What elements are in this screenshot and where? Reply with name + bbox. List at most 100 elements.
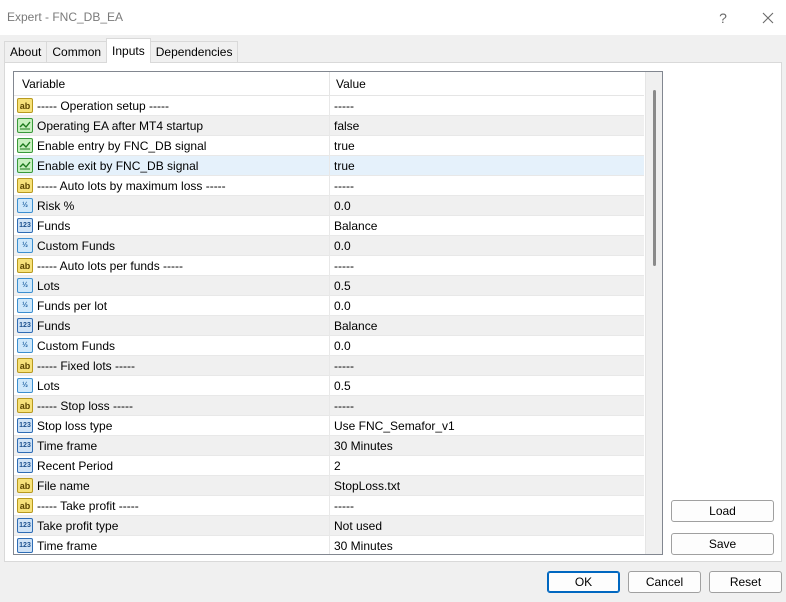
table-row[interactable]: ab ----- Auto lots per funds ----- ----- [14, 256, 644, 276]
variable-cell: ab ----- Fixed lots ----- [14, 356, 330, 375]
ok-button[interactable]: OK [547, 571, 620, 593]
value-cell[interactable]: ----- [330, 496, 644, 515]
value-cell[interactable]: 0.0 [330, 196, 644, 215]
value-cell[interactable]: 30 Minutes [330, 436, 644, 455]
value-cell[interactable]: Not used [330, 516, 644, 535]
value-cell[interactable]: Balance [330, 316, 644, 335]
variable-label: Time frame [37, 538, 98, 553]
table-row[interactable]: 123 Stop loss type Use FNC_Semafor_v1 [14, 416, 644, 436]
value-cell[interactable]: 0.0 [330, 296, 644, 315]
variable-label: Time frame [37, 438, 98, 453]
variable-cell: 123 Take profit type [14, 516, 330, 535]
table-row[interactable]: ½ Lots 0.5 [14, 376, 644, 396]
value-cell[interactable]: ----- [330, 176, 644, 195]
tab-common[interactable]: Common [46, 41, 108, 63]
table-row[interactable]: 123 Take profit type Not used [14, 516, 644, 536]
save-button[interactable]: Save [671, 533, 774, 555]
table-row[interactable]: 123 Funds Balance [14, 216, 644, 236]
value-cell[interactable]: 0.5 [330, 376, 644, 395]
close-button[interactable] [755, 6, 781, 30]
variable-cell: 123 Time frame [14, 436, 330, 455]
value-cell[interactable]: 2 [330, 456, 644, 475]
variable-cell: ab ----- Auto lots per funds ----- [14, 256, 330, 275]
table-row[interactable]: ab ----- Auto lots by maximum loss ----- -… [14, 176, 644, 196]
variable-cell: 123 Recent Period [14, 456, 330, 475]
reset-button[interactable]: Reset [709, 571, 782, 593]
variable-label: Lots [37, 378, 60, 393]
string-type-icon: ab [17, 478, 33, 493]
enum-type-icon: 123 [17, 538, 33, 553]
load-button[interactable]: Load [671, 500, 774, 522]
close-icon [762, 12, 774, 24]
column-header-value[interactable]: Value [330, 72, 644, 96]
value-cell[interactable]: ----- [330, 396, 644, 415]
variable-cell: ab ----- Stop loss ----- [14, 396, 330, 415]
window-title: Expert - FNC_DB_EA [7, 10, 124, 24]
enum-type-icon: 123 [17, 438, 33, 453]
table-row[interactable]: ab ----- Fixed lots ----- ----- [14, 356, 644, 376]
table-row[interactable]: ab File name StopLoss.txt [14, 476, 644, 496]
double-type-icon: ½ [17, 238, 33, 253]
variable-label: Enable entry by FNC_DB signal [37, 138, 207, 153]
variable-cell: ½ Lots [14, 376, 330, 395]
value-cell[interactable]: false [330, 116, 644, 135]
variable-label: Lots [37, 278, 60, 293]
double-type-icon: ½ [17, 298, 33, 313]
value-cell[interactable]: ----- [330, 356, 644, 375]
value-cell[interactable]: 0.0 [330, 336, 644, 355]
vertical-scrollbar[interactable] [645, 72, 662, 554]
boolean-type-icon [17, 118, 33, 133]
value-cell[interactable]: 0.5 [330, 276, 644, 295]
table-row[interactable]: ½ Lots 0.5 [14, 276, 644, 296]
variable-label: ----- Auto lots per funds ----- [37, 258, 184, 273]
table-row[interactable]: 123 Recent Period 2 [14, 456, 644, 476]
tab-strip: About Common Inputs Dependencies [4, 38, 239, 63]
help-button[interactable]: ? [710, 6, 736, 30]
value-cell[interactable]: ----- [330, 96, 644, 115]
table-row[interactable]: ab ----- Stop loss ----- ----- [14, 396, 644, 416]
value-cell[interactable]: true [330, 156, 644, 175]
enum-type-icon: 123 [17, 318, 33, 333]
enum-type-icon: 123 [17, 218, 33, 233]
value-cell[interactable]: true [330, 136, 644, 155]
variable-cell: ½ Custom Funds [14, 236, 330, 255]
table-row[interactable]: ½ Custom Funds 0.0 [14, 236, 644, 256]
table-row[interactable]: 123 Time frame 30 Minutes [14, 436, 644, 456]
value-cell[interactable]: Balance [330, 216, 644, 235]
value-cell[interactable]: 0.0 [330, 236, 644, 255]
table-row[interactable]: ½ Custom Funds 0.0 [14, 336, 644, 356]
table-row[interactable]: ½ Risk % 0.0 [14, 196, 644, 216]
scrollbar-thumb[interactable] [653, 90, 656, 266]
variable-cell: 123 Time frame [14, 536, 330, 554]
variable-cell: 123 Stop loss type [14, 416, 330, 435]
table-row[interactable]: Enable entry by FNC_DB signal true [14, 136, 644, 156]
table-row[interactable]: ab ----- Take profit ----- ----- [14, 496, 644, 516]
cancel-button[interactable]: Cancel [628, 571, 701, 593]
table-row[interactable]: ½ Funds per lot 0.0 [14, 296, 644, 316]
boolean-type-icon [17, 158, 33, 173]
value-cell[interactable]: Use FNC_Semafor_v1 [330, 416, 644, 435]
table-row[interactable]: Enable exit by FNC_DB signal true [14, 156, 644, 176]
tab-inputs[interactable]: Inputs [106, 38, 151, 63]
column-header-variable[interactable]: Variable [14, 72, 330, 96]
variable-label: Funds [37, 318, 71, 333]
tab-about[interactable]: About [4, 41, 48, 63]
value-cell[interactable]: StopLoss.txt [330, 476, 644, 495]
boolean-type-icon [17, 138, 33, 153]
table-row[interactable]: 123 Funds Balance [14, 316, 644, 336]
variable-label: Stop loss type [37, 418, 113, 433]
variable-label: File name [37, 478, 90, 493]
table-row[interactable]: Operating EA after MT4 startup false [14, 116, 644, 136]
table-row[interactable]: 123 Time frame 30 Minutes [14, 536, 644, 554]
value-cell[interactable]: ----- [330, 256, 644, 275]
value-cell[interactable]: 30 Minutes [330, 536, 644, 554]
tab-dependencies[interactable]: Dependencies [149, 41, 239, 63]
double-type-icon: ½ [17, 198, 33, 213]
variable-label: Funds [37, 218, 71, 233]
table-row[interactable]: ab ----- Operation setup ----- ----- [14, 96, 644, 116]
variable-cell: ½ Funds per lot [14, 296, 330, 315]
variable-cell: ½ Risk % [14, 196, 330, 215]
variable-label: Enable exit by FNC_DB signal [37, 158, 199, 173]
title-bar: Expert - FNC_DB_EA ? [0, 0, 786, 36]
string-type-icon: ab [17, 178, 33, 193]
